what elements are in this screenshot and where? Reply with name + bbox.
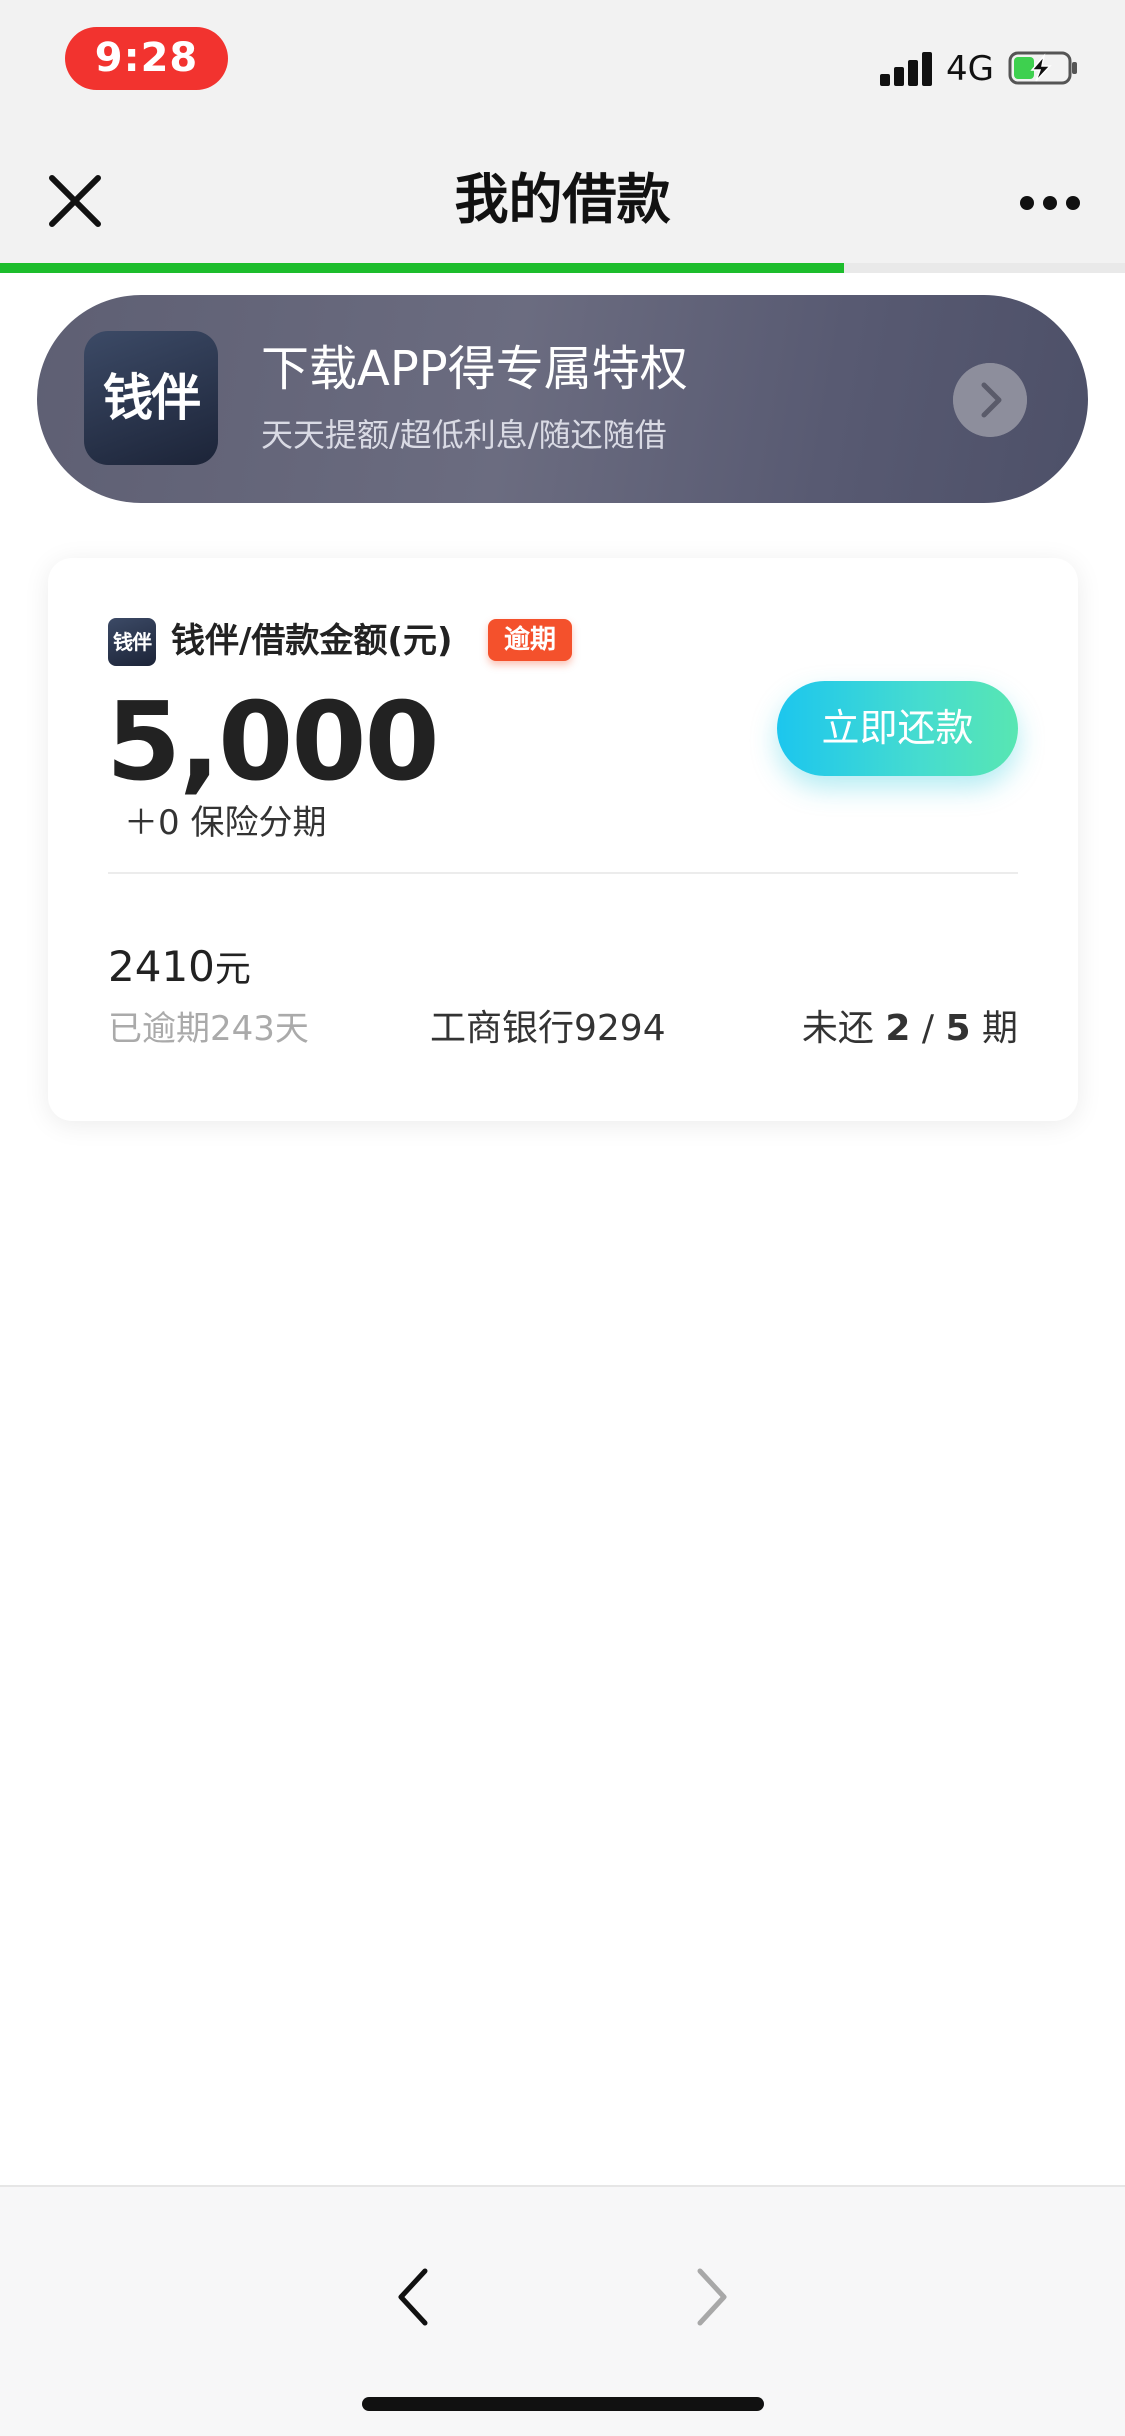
page-title: 我的借款: [454, 168, 671, 231]
home-indicator: [362, 2397, 764, 2411]
remaining-periods: 未还 2 / 5 期: [802, 1004, 1018, 1054]
status-time: 9:28: [65, 27, 228, 90]
periods-separator: /: [921, 1008, 935, 1049]
overdue-days: 已逾期243天: [108, 1009, 309, 1049]
page-load-progress: [0, 263, 1125, 273]
signal-icon: [880, 52, 936, 86]
due-amount: 2410元: [108, 938, 251, 999]
app-logo: 钱伴: [84, 331, 218, 465]
periods-total: 5: [945, 1008, 971, 1049]
loan-card[interactable]: 钱伴 钱伴/借款金额(元) 逾期 5,000 ＋0 保险分期 立即还款 2410…: [48, 558, 1078, 1121]
due-amount-value: 2410: [108, 942, 215, 991]
chevron-right-icon[interactable]: [953, 363, 1027, 437]
network-type: 4G: [946, 49, 994, 89]
insurance-installment: ＋0 保险分期: [124, 803, 327, 843]
status-bar: 9:28 4G: [0, 0, 1125, 130]
nav-bar: 我的借款: [0, 130, 1125, 265]
bank-account: 工商银行9294: [430, 1008, 666, 1049]
due-amount-unit: 元: [214, 949, 251, 990]
download-app-banner[interactable]: 钱伴 下载APP得专属特权 天天提额/超低利息/随还随借: [37, 295, 1088, 503]
loan-amount: 5,000: [106, 680, 440, 805]
periods-suffix: 期: [981, 1008, 1018, 1049]
browser-toolbar: [0, 2185, 1125, 2436]
page: 9:28 4G 我的借款 钱伴 下载APP得专属特权 天天提额/超低利息/随还随…: [0, 0, 1125, 2436]
page-load-progress-fill: [0, 263, 844, 273]
chevron-left-icon[interactable]: [385, 2257, 445, 2337]
brand-logo-small: 钱伴: [108, 618, 156, 666]
loan-amount-label: 钱伴/借款金额(元): [171, 621, 453, 661]
chevron-right-icon[interactable]: [680, 2257, 740, 2337]
periods-prefix: 未还: [801, 1008, 874, 1049]
overdue-badge: 逾期: [488, 619, 572, 661]
repay-now-button[interactable]: 立即还款: [777, 681, 1018, 776]
banner-subtitle: 天天提额/超低利息/随还随借: [261, 416, 667, 454]
divider: [108, 872, 1018, 874]
periods-remaining: 2: [885, 1008, 911, 1049]
more-icon[interactable]: [1010, 166, 1090, 236]
battery-charging-icon: [1008, 51, 1077, 85]
banner-title: 下载APP得专属特权: [261, 341, 688, 397]
